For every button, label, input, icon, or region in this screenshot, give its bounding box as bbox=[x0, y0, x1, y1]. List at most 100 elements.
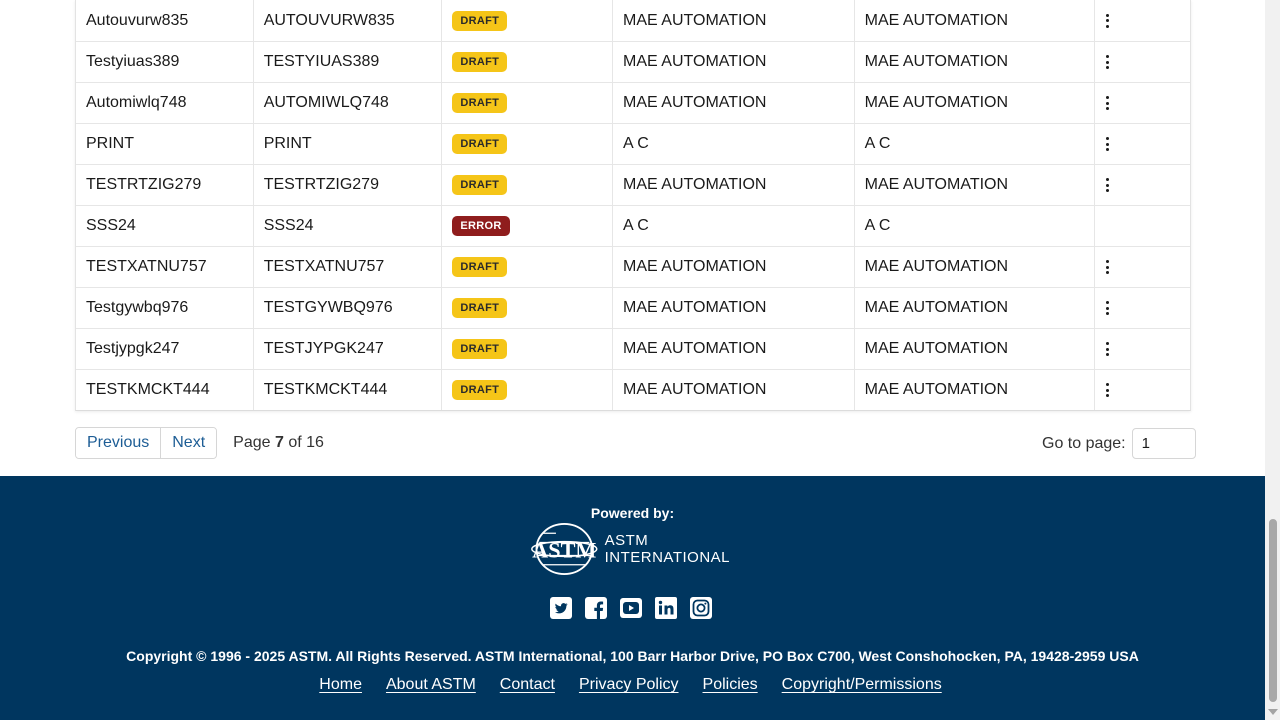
name-cell: Autouvurw835 bbox=[76, 0, 254, 41]
pagination-buttons: Previous Next bbox=[75, 427, 218, 459]
name-cell: SSS24 bbox=[76, 206, 254, 246]
row-actions-menu-icon[interactable] bbox=[1106, 260, 1110, 274]
footer-link-copyright[interactable]: Copyright/Permissions bbox=[782, 676, 942, 694]
actions-cell bbox=[1095, 329, 1190, 369]
next-page-button[interactable]: Next bbox=[160, 428, 217, 458]
table-row: Automiwlq748 AUTOMIWLQ748 DRAFT MAE AUTOMAT… bbox=[76, 82, 1190, 123]
powered-by-label: Powered by: bbox=[590, 505, 675, 521]
footer-link-policies[interactable]: Policies bbox=[703, 676, 758, 694]
kebab-dot bbox=[1106, 96, 1110, 99]
scroll-down-arrow-icon[interactable] bbox=[1268, 709, 1278, 715]
go-to-page-input[interactable] bbox=[1131, 428, 1196, 459]
status-badge: DRAFT bbox=[452, 134, 508, 154]
name-cell: Automiwlq748 bbox=[76, 83, 254, 123]
status-cell: DRAFT bbox=[442, 165, 614, 205]
footer-link-contact[interactable]: Contact bbox=[500, 676, 555, 694]
modified-by-cell: MAE AUTOMATION bbox=[855, 0, 1096, 41]
footer-link-home[interactable]: Home bbox=[319, 676, 362, 694]
astm-globe-icon: ASTM bbox=[531, 523, 598, 575]
table-row: PRINT PRINT DRAFT A CA C bbox=[76, 123, 1190, 164]
table-row: Testjypgk247 TESTJYPGK247 DRAFT MAE AUTOMAT… bbox=[76, 328, 1190, 369]
actions-cell bbox=[1095, 288, 1190, 328]
status-cell: DRAFT bbox=[442, 329, 614, 369]
actions-cell bbox=[1095, 370, 1190, 410]
table-row: TESTKMCKT444 TESTKMCKT444 DRAFT MAE AUTOMAT… bbox=[76, 369, 1190, 410]
vertical-scrollbar[interactable] bbox=[1265, 0, 1280, 720]
documents-table: Autouvurw835 AUTOUVURW835 DRAFT MAE AUTOMAT… bbox=[75, 0, 1191, 411]
kebab-dot bbox=[1106, 265, 1110, 269]
page-prefix: Page bbox=[233, 434, 271, 451]
table-row: SSS24 SSS24 ERROR A CA C bbox=[76, 205, 1190, 246]
scrollbar-thumb[interactable] bbox=[1269, 519, 1277, 702]
kebab-dot bbox=[1106, 271, 1110, 274]
name-cell: Testgywbq976 bbox=[76, 288, 254, 328]
kebab-dot bbox=[1106, 342, 1110, 345]
name-cell: Testjypgk247 bbox=[76, 329, 254, 369]
row-actions-menu-icon[interactable] bbox=[1106, 96, 1110, 110]
created-by-cell: MAE AUTOMATION bbox=[613, 0, 855, 41]
kebab-dot bbox=[1106, 183, 1110, 187]
status-cell: DRAFT bbox=[442, 124, 614, 164]
astm-logo-text: ASTM INTERNATIONAL bbox=[605, 532, 730, 566]
row-actions-menu-icon[interactable] bbox=[1106, 13, 1110, 28]
kebab-dot bbox=[1106, 312, 1110, 315]
table-row: Testgywbq976 TESTGYWBQ976 DRAFT MAE AUTOMAT… bbox=[76, 287, 1190, 328]
modified-by-cell: A C bbox=[855, 124, 1096, 164]
linkedin-icon[interactable] bbox=[654, 596, 678, 620]
social-links bbox=[549, 596, 713, 620]
code-cell: TESTJYPGK247 bbox=[254, 329, 443, 369]
kebab-dot bbox=[1106, 13, 1110, 17]
created-by-cell: MAE AUTOMATION bbox=[613, 370, 855, 410]
actions-cell bbox=[1095, 247, 1190, 287]
kebab-dot bbox=[1106, 301, 1110, 304]
name-cell: TESTKMCKT444 bbox=[76, 370, 254, 410]
table-row: TESTXATNU757 TESTXATNU757 DRAFT MAE AUTOMAT… bbox=[76, 246, 1190, 287]
created-by-cell: A C bbox=[613, 124, 855, 164]
kebab-dot bbox=[1106, 347, 1110, 351]
code-cell: SSS24 bbox=[254, 206, 443, 246]
actions-cell bbox=[1095, 165, 1190, 205]
modified-by-cell: MAE AUTOMATION bbox=[855, 42, 1096, 82]
pagination: Previous Next Page 7 of 16 bbox=[75, 427, 324, 459]
footer-link-about[interactable]: About ASTM bbox=[386, 676, 476, 694]
actions-cell bbox=[1095, 206, 1190, 246]
footer-link-privacy[interactable]: Privacy Policy bbox=[579, 676, 679, 694]
code-cell: TESTKMCKT444 bbox=[254, 370, 443, 410]
status-cell: DRAFT bbox=[442, 370, 614, 410]
code-cell: TESTXATNU757 bbox=[254, 247, 443, 287]
actions-cell bbox=[1095, 83, 1190, 123]
row-actions-menu-icon[interactable] bbox=[1106, 301, 1110, 315]
created-by-cell: MAE AUTOMATION bbox=[613, 329, 855, 369]
created-by-cell: MAE AUTOMATION bbox=[613, 288, 855, 328]
modified-by-cell: A C bbox=[855, 206, 1096, 246]
page-total: of 16 bbox=[288, 434, 324, 451]
copyright-text: Copyright © 1996 - 2025 ASTM. All Rights… bbox=[126, 648, 1139, 664]
instagram-icon[interactable] bbox=[689, 596, 713, 620]
twitter-icon[interactable] bbox=[549, 596, 573, 620]
kebab-dot bbox=[1106, 101, 1110, 105]
kebab-dot bbox=[1106, 55, 1110, 58]
kebab-dot bbox=[1106, 60, 1110, 64]
name-cell: PRINT bbox=[76, 124, 254, 164]
status-cell: ERROR bbox=[442, 206, 614, 246]
table-row: Testyiuas389 TESTYIUAS389 DRAFT MAE AUTOMAT… bbox=[76, 41, 1190, 82]
code-cell: TESTYIUAS389 bbox=[254, 42, 443, 82]
row-actions-menu-icon[interactable] bbox=[1106, 55, 1110, 69]
kebab-dot bbox=[1106, 189, 1110, 192]
kebab-dot bbox=[1106, 137, 1110, 140]
row-actions-menu-icon[interactable] bbox=[1106, 178, 1110, 192]
previous-page-button[interactable]: Previous bbox=[76, 428, 161, 458]
modified-by-cell: MAE AUTOMATION bbox=[855, 83, 1096, 123]
youtube-icon[interactable] bbox=[619, 596, 643, 620]
actions-cell bbox=[1095, 42, 1190, 82]
kebab-dot bbox=[1106, 107, 1110, 110]
modified-by-cell: MAE AUTOMATION bbox=[855, 165, 1096, 205]
astm-logo[interactable]: ASTM ASTM INTERNATIONAL bbox=[530, 520, 730, 578]
facebook-icon[interactable] bbox=[584, 596, 608, 620]
row-actions-menu-icon[interactable] bbox=[1106, 137, 1110, 151]
table-row: Autouvurw835 AUTOUVURW835 DRAFT MAE AUTOMAT… bbox=[76, 0, 1190, 41]
row-actions-menu-icon[interactable] bbox=[1106, 383, 1110, 397]
row-actions-menu-icon[interactable] bbox=[1106, 342, 1110, 356]
status-cell: DRAFT bbox=[442, 83, 614, 123]
kebab-dot bbox=[1106, 394, 1110, 397]
